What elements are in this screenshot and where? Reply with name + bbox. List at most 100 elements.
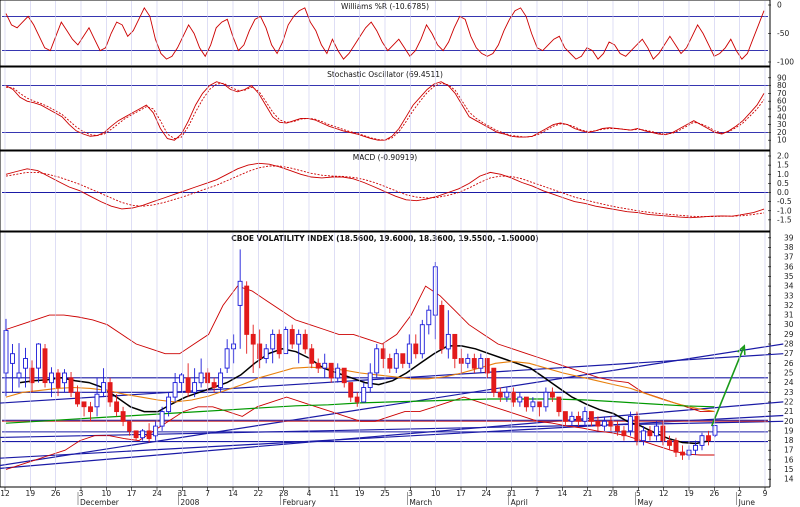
x-tick-label-27: 19 [684, 489, 694, 498]
candle-71 [465, 353, 471, 369]
y-tick-label-2-3: 0.5 [777, 179, 789, 188]
candle-109 [712, 425, 718, 438]
candle-64 [419, 319, 425, 359]
candle-body-101 [660, 425, 666, 442]
x-tick-label-21: 7 [535, 489, 540, 498]
candle-103 [673, 437, 679, 457]
candle-58 [380, 344, 386, 369]
candle-body-6 [42, 348, 48, 384]
month-label-6: June [738, 498, 756, 507]
candle-0 [3, 318, 9, 397]
candle-body-27 [179, 374, 185, 384]
candle-body-12 [81, 401, 87, 408]
candle-98 [640, 426, 646, 446]
candle-12 [81, 401, 87, 417]
month-label-5: May [637, 498, 653, 507]
candle-body-55 [361, 387, 367, 403]
x-tick-label-1: 19 [26, 489, 36, 498]
candle-body-106 [693, 444, 698, 451]
candle-59 [387, 353, 393, 373]
candle-body-103 [673, 440, 679, 453]
candle-77 [504, 387, 510, 402]
candle-body-46 [302, 333, 308, 350]
candle-44 [289, 324, 295, 349]
candle-body-89 [582, 411, 588, 422]
y-tick-label-price-19: 20 [784, 417, 794, 426]
candle-body-80 [523, 396, 529, 408]
x-tick-label-16: 3 [408, 489, 413, 498]
candle-body-60 [393, 353, 399, 369]
candle-body-74 [484, 358, 490, 374]
candle-57 [374, 344, 380, 378]
candle-body-48 [315, 362, 321, 369]
candle-body-29 [192, 382, 198, 393]
candle-87 [569, 411, 575, 427]
candle-body-20 [133, 430, 139, 439]
y-tick-label-price-0: 39 [784, 233, 794, 242]
candle-53 [348, 382, 354, 402]
month-label-3: March [409, 498, 432, 507]
candle-body-24 [159, 411, 165, 427]
candle-body-68 [445, 333, 451, 350]
y-tick-label-price-25: 14 [784, 475, 794, 484]
x-tick-label-17: 10 [431, 489, 441, 498]
candle-108 [706, 430, 711, 446]
candle-73 [478, 353, 484, 373]
candle-46 [302, 329, 308, 354]
candle-35 [231, 334, 237, 364]
technical-analysis-chart-window: Williams %R (-10.6785) Stochastic Oscill… [0, 0, 800, 507]
candle-34 [224, 339, 230, 373]
candle-19 [127, 420, 133, 436]
y-tick-label-0-0: 0 [777, 1, 782, 10]
candle-body-33 [218, 372, 224, 388]
candle-85 [556, 396, 562, 417]
candle-body-58 [380, 348, 386, 359]
candle-45 [296, 329, 302, 364]
x-tick-label-0: 12 [0, 489, 10, 498]
candle-body-9 [62, 372, 67, 384]
candle-91 [595, 416, 601, 431]
y-tick-label-price-1: 38 [784, 243, 794, 252]
candle-14 [94, 377, 100, 417]
candle-74 [484, 358, 490, 378]
candle-55 [361, 382, 367, 403]
x-tick-label-9: 14 [228, 489, 238, 498]
candle-90 [588, 411, 594, 427]
month-label-1: 2008 [180, 498, 199, 507]
candle-body-8 [55, 372, 61, 388]
y-tick-label-price-6: 33 [784, 291, 794, 300]
candle-body-88 [575, 415, 581, 422]
candle-62 [406, 334, 412, 369]
candle-body-61 [400, 353, 406, 364]
candle-92 [601, 416, 607, 431]
candle-body-92 [601, 420, 607, 427]
x-tick-label-14: 19 [355, 489, 365, 498]
candle-61 [400, 353, 406, 369]
x-tick-label-5: 17 [127, 489, 137, 498]
candle-10 [68, 372, 74, 398]
candle-body-65 [426, 309, 432, 326]
y-tick-label-price-16: 23 [784, 388, 794, 397]
y-tick-label-price-3: 36 [784, 262, 794, 271]
candle-body-99 [647, 430, 653, 437]
overlay-4 [5, 398, 716, 424]
candle-95 [621, 426, 627, 441]
candle-body-73 [478, 358, 484, 369]
candle-65 [426, 305, 432, 335]
candle-99 [647, 426, 653, 441]
month-label-0: December [80, 498, 120, 507]
candle-body-72 [471, 358, 477, 369]
candle-body-28 [185, 377, 191, 393]
y-tick-label-price-13: 26 [784, 359, 794, 368]
candle-body-53 [348, 382, 354, 398]
candle-body-91 [595, 420, 601, 427]
x-axis-strip [0, 487, 800, 507]
candle-body-100 [653, 425, 659, 437]
y-tick-label-price-12: 27 [784, 349, 794, 358]
candle-body-11 [75, 391, 80, 405]
candle-36 [237, 249, 243, 349]
x-tick-label-25: 5 [636, 489, 641, 498]
candle-body-21 [140, 430, 146, 439]
candle-54 [354, 392, 360, 407]
y-tick-label-price-24: 15 [784, 465, 794, 474]
